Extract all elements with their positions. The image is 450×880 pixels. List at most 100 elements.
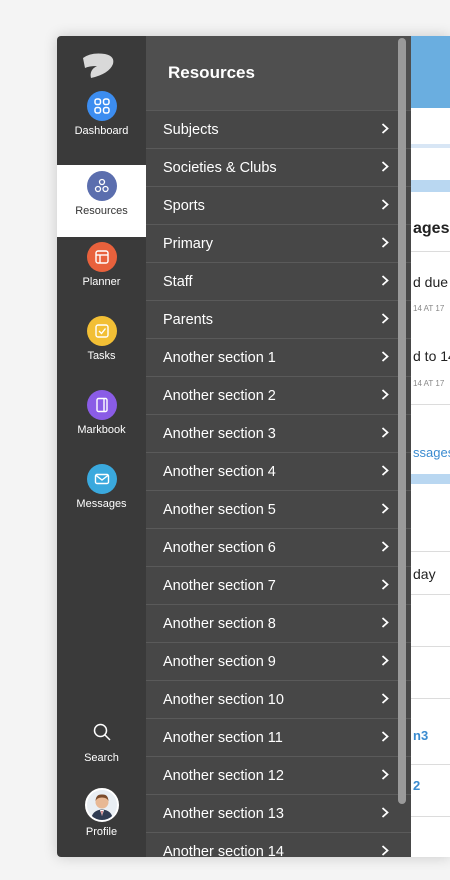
nav-label: Dashboard [74,125,129,137]
resources-menu-item[interactable]: Another section 6 [146,529,411,567]
resources-menu-item[interactable]: Subjects [146,111,411,149]
resources-menu-item[interactable]: Another section 7 [146,567,411,605]
menu-item-label: Another section 13 [163,805,284,822]
background-divider [411,646,450,647]
resources-menu-item[interactable]: Parents [146,301,411,339]
background-message-time: 14 AT 17 [413,304,445,313]
resources-menu-item[interactable]: Sports [146,187,411,225]
background-strip [411,474,450,484]
chevron-right-icon [381,540,389,555]
menu-item-label: Another section 2 [163,387,276,404]
chevron-right-icon [381,844,389,857]
menu-item-label: Staff [163,273,193,290]
avatar [84,788,119,822]
app-logo-icon [83,53,114,78]
nav-label: Markbook [77,424,126,436]
chevron-right-icon [381,198,389,213]
resources-menu-item[interactable]: Societies & Clubs [146,149,411,187]
resources-menu-item[interactable]: Another section 13 [146,795,411,833]
panel-scrollbar[interactable] [398,38,406,804]
chevron-right-icon [381,768,389,783]
menu-item-label: Parents [163,311,213,328]
chevron-right-icon [381,806,389,821]
background-heading: ages [413,220,450,237]
chevron-right-icon [381,388,389,403]
background-divider [411,144,450,148]
chevron-right-icon [381,502,389,517]
resources-list: Subjects Societies & Clubs Sports Primary St… [146,111,411,857]
menu-item-label: Another section 12 [163,767,284,784]
background-link[interactable]: n3 [413,728,428,743]
background-divider [411,764,450,765]
background-divider [411,251,450,252]
resources-menu-item[interactable]: Another section 14 [146,833,411,857]
app-window: ages d due 14 AT 17 d to 14 14 AT 17 ssa… [57,36,450,857]
background-messages-link[interactable]: ssages [413,445,450,460]
chevron-right-icon [381,654,389,669]
resources-menu-item[interactable]: Another section 9 [146,643,411,681]
nav-item-search[interactable]: Search [57,722,146,782]
chevron-right-icon [381,426,389,441]
menu-item-label: Another section 1 [163,349,276,366]
resources-menu-item[interactable]: Another section 5 [146,491,411,529]
background-message-title[interactable]: d to 14 [413,348,450,364]
nav-item-markbook[interactable]: Markbook [57,390,146,462]
resources-menu-item[interactable]: Primary [146,225,411,263]
menu-item-label: Another section 3 [163,425,276,442]
background-page: ages d due 14 AT 17 d to 14 14 AT 17 ssa… [411,36,450,857]
chevron-right-icon [381,236,389,251]
background-link[interactable]: 2 [413,778,420,793]
menu-item-label: Subjects [163,121,219,138]
nav-item-messages[interactable]: Messages [57,464,146,536]
background-day-text: day [413,566,436,582]
chevron-right-icon [381,692,389,707]
menu-item-label: Another section 5 [163,501,276,518]
nav-item-resources[interactable]: Resources [57,165,146,237]
background-divider [411,594,450,595]
background-strip [411,180,450,192]
envelope-icon [86,464,117,494]
nav-label: Planner [82,276,121,288]
resources-menu-item[interactable]: Another section 12 [146,757,411,795]
nav-item-tasks[interactable]: Tasks [57,316,146,388]
resources-icon [86,171,117,201]
panel-title: Resources [146,36,411,111]
menu-item-label: Another section 7 [163,577,276,594]
chevron-right-icon [381,578,389,593]
resources-menu-item[interactable]: Another section 11 [146,719,411,757]
nav-item-planner[interactable]: Planner [57,242,146,314]
resources-panel: Resources Subjects Societies & Clubs Sport… [146,36,411,857]
resources-menu-item[interactable]: Another section 10 [146,681,411,719]
chevron-right-icon [381,160,389,175]
nav-label: Resources [75,205,128,217]
chevron-right-icon [381,350,389,365]
nav-rail: Dashboard Resources Planner Tasks Markbo [57,36,146,857]
nav-label: Profile [85,826,118,838]
chevron-right-icon [381,464,389,479]
chevron-right-icon [381,122,389,137]
tasks-checkbox-icon [86,316,117,346]
resources-menu-item[interactable]: Another section 1 [146,339,411,377]
chevron-right-icon [381,616,389,631]
nav-item-profile[interactable]: Profile [57,788,146,852]
nav-item-dashboard[interactable]: Dashboard [57,91,146,163]
chevron-right-icon [381,312,389,327]
background-message-title[interactable]: d due [413,274,448,290]
menu-item-label: Primary [163,235,213,252]
background-divider [411,816,450,817]
nav-label: Messages [76,498,127,510]
resources-menu-item[interactable]: Another section 4 [146,453,411,491]
menu-item-label: Another section 4 [163,463,276,480]
resources-menu-item[interactable]: Staff [146,263,411,301]
chevron-right-icon [381,274,389,289]
resources-menu-item[interactable]: Another section 2 [146,377,411,415]
resources-menu-item[interactable]: Another section 3 [146,415,411,453]
planner-icon [86,242,117,272]
menu-item-label: Sports [163,197,205,214]
chevron-right-icon [381,730,389,745]
menu-item-label: Societies & Clubs [163,159,277,176]
background-header [411,36,450,108]
search-icon [93,723,111,741]
resources-menu-item[interactable]: Another section 8 [146,605,411,643]
menu-item-label: Another section 10 [163,691,284,708]
